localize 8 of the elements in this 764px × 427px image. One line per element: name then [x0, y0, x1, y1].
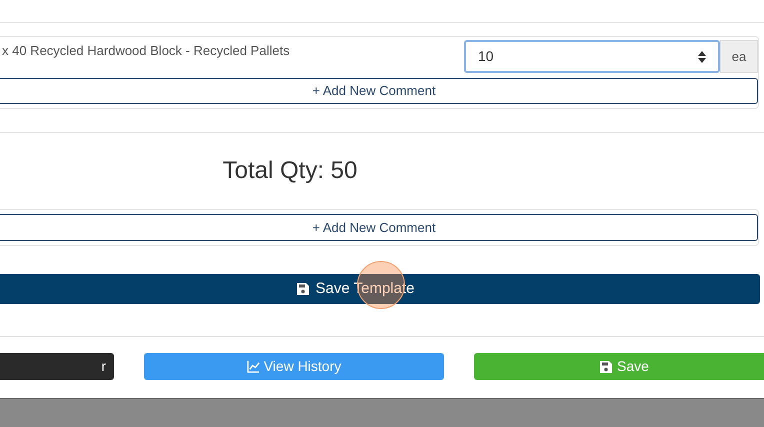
quantity-value: 10: [478, 47, 494, 66]
add-comment-button[interactable]: + Add New Comment: [0, 78, 758, 104]
add-comment-button[interactable]: + Add New Comment: [0, 214, 758, 241]
total-quantity: Total Qty: 50: [222, 156, 358, 186]
quantity-field[interactable]: 10: [464, 40, 720, 73]
action-button[interactable]: r: [0, 353, 114, 380]
unit-addon: ea: [720, 40, 758, 73]
item-description: x 40 Recycled Hardwood Block - Recycled Pallets: [1, 42, 291, 60]
